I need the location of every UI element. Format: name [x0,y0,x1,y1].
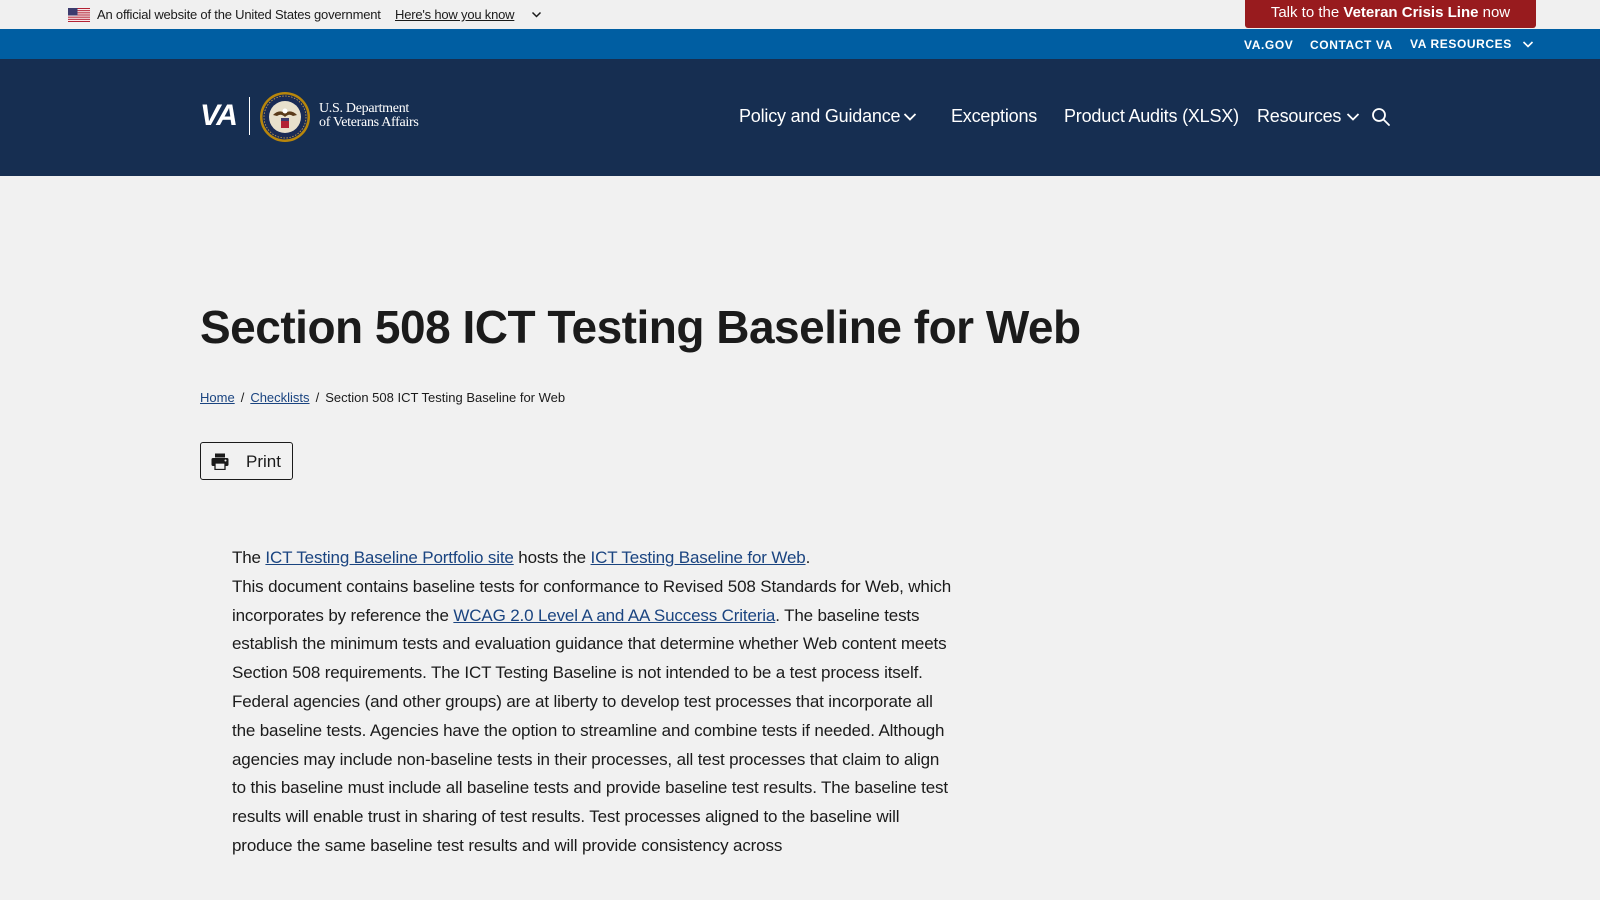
search-icon[interactable] [1371,107,1391,127]
chevron-down-icon[interactable] [1346,112,1360,122]
va-seal-icon [260,92,310,142]
intro-paragraph-2: This document contains baseline tests fo… [232,573,952,688]
nav-resources[interactable]: Resources [1257,106,1341,127]
nav-exceptions[interactable]: Exceptions [951,106,1037,127]
breadcrumb-checklists[interactable]: Checklists [250,390,309,405]
crisis-suffix: now [1478,4,1511,21]
site-header: VA U.S. Department of Veterans Affairs P… [0,59,1600,176]
testing-baseline-web-link[interactable]: ICT Testing Baseline for Web [591,548,806,567]
chevron-down-icon[interactable] [531,10,542,19]
logo-department-name: U.S. Department of Veterans Affairs [319,102,419,130]
logo-va-text: VA [200,99,238,132]
us-flag-icon [68,8,90,22]
logo-dept-line2: of Veterans Affairs [319,115,419,130]
chevron-down-icon[interactable] [903,112,917,122]
utility-nav: VA.GOV CONTACT VA VA RESOURCES [0,29,1600,59]
wcag-criteria-link[interactable]: WCAG 2.0 Level A and AA Success Criteria [453,606,775,625]
va-logo[interactable]: VA U.S. Department of Veterans Affairs [200,90,425,144]
va-resources-menu[interactable]: VA RESOURCES [1410,37,1512,51]
logo-divider [249,97,250,135]
intro-paragraph-3: Federal agencies (and other groups) are … [232,691,948,855]
portfolio-site-link[interactable]: ICT Testing Baseline Portfolio site [265,548,513,567]
crisis-prefix: Talk to the [1270,4,1344,21]
nav-policy-guidance[interactable]: Policy and Guidance [739,106,901,127]
nav-product-audits[interactable]: Product Audits (XLSX) [1064,106,1239,127]
print-label: Print [246,452,281,471]
how-you-know-link[interactable]: Here's how you know [395,7,515,22]
intro-content: The ICT Testing Baseline Portfolio site … [232,544,952,861]
vagov-link[interactable]: VA.GOV [1244,38,1293,52]
breadcrumb-separator: / [240,390,245,405]
breadcrumb-current: Section 508 ICT Testing Baseline for Web [325,390,566,405]
intro-paragraph-1: The ICT Testing Baseline Portfolio site … [232,544,952,573]
breadcrumb: Home / Checklists / Section 508 ICT Testing … [200,390,565,405]
contact-va-link[interactable]: CONTACT VA [1310,38,1393,52]
logo-dept-line1: U.S. Department [319,101,409,116]
p1-text-b: hosts the [513,548,591,567]
p1-text-c: . [805,548,811,567]
page-title: Section 508 ICT Testing Baseline for Web [200,301,1081,353]
breadcrumb-separator: / [315,390,320,405]
p1-text-a: The [232,548,266,567]
gov-banner-text: An official website of the United States… [97,7,381,22]
veteran-crisis-line-button[interactable]: Talk to the Veteran Crisis Line now [1245,0,1536,28]
crisis-bold: Veteran Crisis Line [1343,4,1479,21]
breadcrumb-home[interactable]: Home [200,390,235,405]
chevron-down-icon[interactable] [1522,40,1534,49]
print-button[interactable]: Print [200,442,293,480]
printer-icon [211,453,229,470]
